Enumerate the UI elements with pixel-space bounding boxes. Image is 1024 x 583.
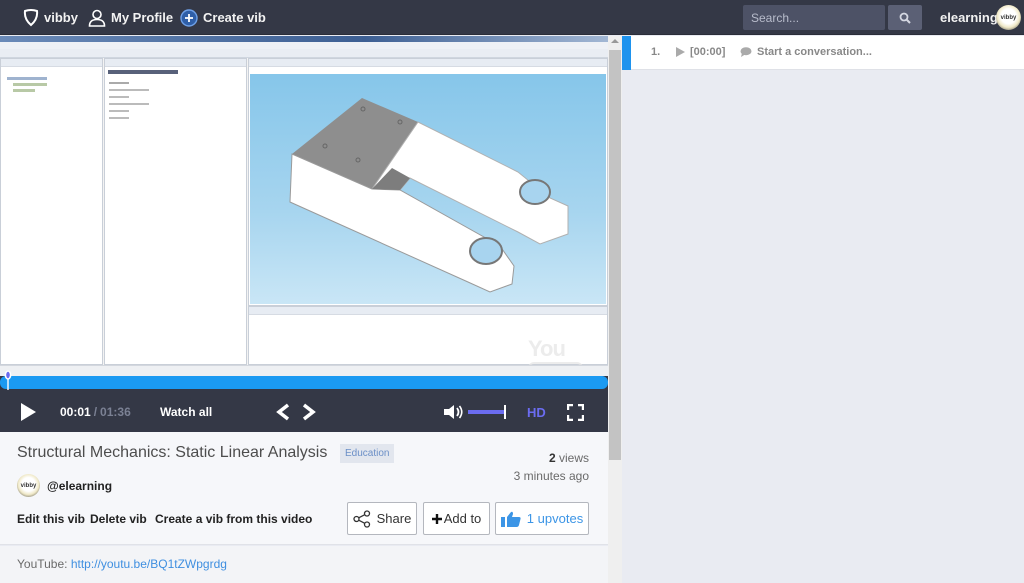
logo-link[interactable]: vibby bbox=[23, 0, 78, 35]
start-conversation-link[interactable]: Start a conversation... bbox=[757, 46, 872, 58]
share-label: Share bbox=[376, 511, 412, 526]
total-time: 01:36 bbox=[100, 405, 131, 419]
video-window-toolbar bbox=[0, 49, 608, 58]
vibby-shield-icon bbox=[23, 8, 39, 26]
scrollbar-thumb[interactable] bbox=[609, 50, 621, 460]
category-tag[interactable]: Education bbox=[340, 444, 395, 463]
volume-slider[interactable] bbox=[468, 392, 506, 432]
user-icon bbox=[88, 9, 106, 27]
conversation-item[interactable]: 1. [00:00] Start a conversation... bbox=[622, 36, 1024, 70]
progress-bar[interactable] bbox=[0, 376, 608, 389]
scroll-up-arrow-icon[interactable] bbox=[611, 39, 619, 43]
progress-scrubber[interactable] bbox=[4, 370, 12, 390]
nav-create-vib[interactable]: Create vib bbox=[180, 0, 266, 35]
author-avatar[interactable]: vibby bbox=[17, 474, 40, 497]
video-window-statusbar bbox=[0, 365, 608, 376]
share-button[interactable]: Share bbox=[347, 502, 417, 535]
top-navbar: vibby My Profile Create vib elearning vi… bbox=[0, 0, 1024, 35]
source-link[interactable]: http://youtu.be/BQ1tZWpgrdg bbox=[71, 557, 227, 571]
current-time: 00:01 bbox=[60, 405, 91, 419]
share-icon bbox=[352, 509, 370, 528]
conversation-index: 1. bbox=[651, 46, 661, 58]
upvote-button[interactable]: 1 upvotes bbox=[495, 502, 589, 535]
fullscreen-icon bbox=[567, 403, 584, 421]
author-link[interactable]: @elearning bbox=[47, 479, 112, 493]
volume-handle[interactable] bbox=[504, 405, 506, 419]
conversation-timestamp[interactable]: [00:00] bbox=[690, 46, 725, 58]
view-count: 2 views bbox=[548, 451, 589, 465]
username-link[interactable]: elearning bbox=[940, 0, 998, 35]
plus-circle-icon bbox=[180, 8, 198, 27]
video-model-builder-panel bbox=[0, 58, 103, 365]
active-indicator bbox=[622, 36, 631, 70]
create-vib-from-video-link[interactable]: Create a vib from this video bbox=[155, 512, 312, 526]
3d-model-bracket bbox=[289, 98, 569, 293]
play-icon bbox=[21, 403, 36, 421]
search-button[interactable] bbox=[888, 5, 922, 30]
plus-icon bbox=[431, 513, 442, 524]
time-separator: / bbox=[93, 405, 98, 419]
nav-my-profile[interactable]: My Profile bbox=[88, 0, 173, 35]
nav-my-profile-label: My Profile bbox=[111, 10, 174, 25]
conversation-sidebar: 1. [00:00] Start a conversation... bbox=[622, 36, 1024, 583]
time-display: 00:01 / 01:36 bbox=[60, 392, 131, 432]
logo-label: vibby bbox=[44, 10, 78, 25]
player-controls: 00:01 / 01:36 Watch all HD bbox=[0, 392, 608, 432]
next-button[interactable] bbox=[302, 392, 316, 432]
delete-vib-link[interactable]: Delete vib bbox=[90, 512, 147, 526]
comment-icon bbox=[740, 47, 752, 60]
edit-vib-link[interactable]: Edit this vib bbox=[17, 512, 85, 526]
chevron-right-icon bbox=[302, 403, 316, 421]
video-source: YouTube: http://youtu.be/BQ1tZWpgrdg bbox=[0, 546, 608, 583]
source-label: YouTube: bbox=[17, 557, 68, 571]
play-small-icon[interactable] bbox=[676, 47, 685, 60]
video-title: Structural Mechanics: Static Linear Anal… bbox=[17, 444, 328, 461]
upvote-count: 1 bbox=[526, 511, 535, 526]
posted-time: 3 minutes ago bbox=[513, 469, 589, 483]
play-button[interactable] bbox=[20, 392, 36, 432]
mute-button[interactable] bbox=[444, 392, 464, 432]
video-player: YouTube 00:01 / 01:36 Watch all HD bbox=[0, 36, 608, 432]
avatar[interactable]: vibby bbox=[996, 5, 1021, 30]
volume-icon bbox=[444, 405, 463, 419]
search-icon bbox=[899, 12, 911, 24]
video-info: Structural Mechanics: Static Linear Anal… bbox=[0, 432, 608, 545]
add-to-label: Add to bbox=[443, 511, 482, 526]
nav-create-vib-label: Create vib bbox=[203, 10, 266, 25]
upvote-label: upvotes bbox=[537, 511, 584, 526]
hd-toggle[interactable]: HD bbox=[527, 392, 546, 432]
video-graphics-panel bbox=[248, 58, 608, 306]
video-frame[interactable]: YouTube bbox=[0, 36, 608, 376]
previous-button[interactable] bbox=[276, 392, 290, 432]
video-model-wizard-panel bbox=[104, 58, 247, 365]
search-input[interactable] bbox=[743, 5, 885, 30]
video-window-menubar bbox=[0, 42, 608, 49]
thumbs-up-icon bbox=[500, 511, 521, 527]
add-to-button[interactable]: Add to bbox=[423, 502, 490, 535]
fullscreen-button[interactable] bbox=[567, 392, 584, 432]
watch-all-button[interactable]: Watch all bbox=[160, 392, 212, 432]
chevron-left-icon bbox=[276, 403, 290, 421]
